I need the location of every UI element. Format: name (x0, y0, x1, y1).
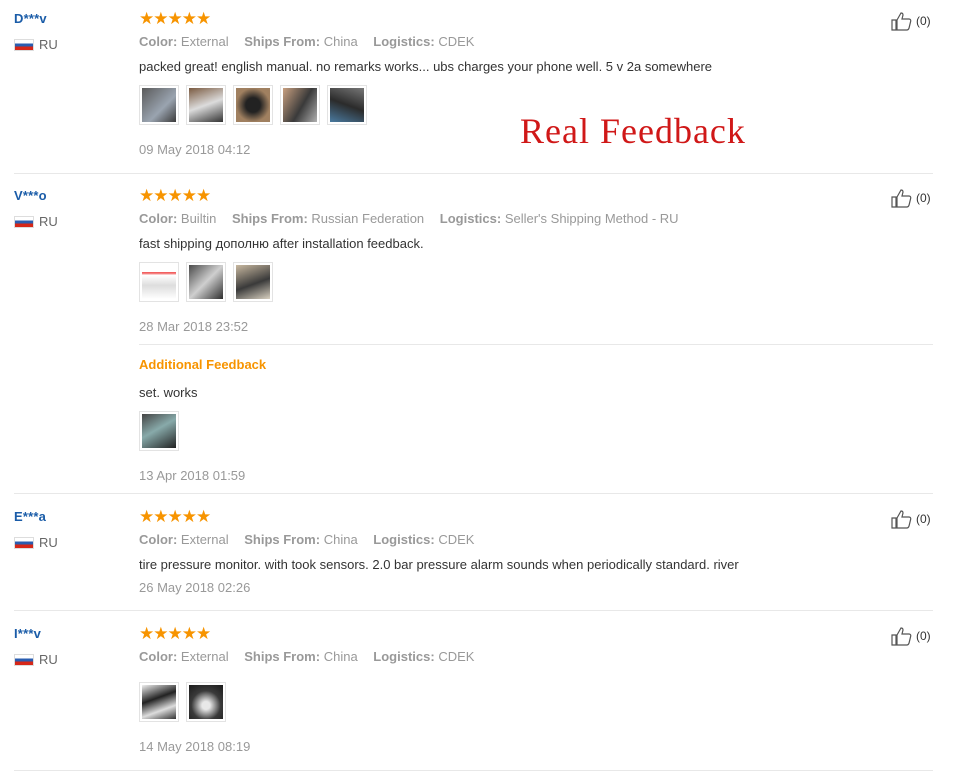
country-code: RU (39, 37, 58, 52)
color-value: External (180, 34, 229, 49)
thumbs-up-icon (891, 627, 912, 646)
thumbs-up-icon (891, 12, 912, 31)
reviewer-name[interactable]: V***o (14, 188, 47, 203)
review-date: 09 May 2018 04:12 (139, 142, 251, 157)
russia-flag-icon (14, 38, 34, 51)
russia-flag-icon (14, 653, 34, 666)
review-photo[interactable] (139, 682, 179, 722)
reviewer-country: RU (14, 37, 58, 52)
ships-label: Ships From: (244, 532, 321, 547)
color-label: Color: (139, 211, 178, 226)
photo-gallery (139, 85, 367, 125)
review-photo[interactable] (139, 85, 179, 125)
review-text: fast shipping дополню after installation… (139, 236, 424, 251)
review-date: 28 Mar 2018 23:52 (139, 319, 249, 334)
review-photo[interactable] (139, 262, 179, 302)
helpful-count: (0) (916, 512, 931, 526)
ships-value: China (323, 34, 358, 49)
reviewer-name[interactable]: E***a (14, 509, 46, 524)
logistics-value: CDEK (438, 532, 475, 547)
star-rating: ★★★★★ (139, 9, 211, 28)
review-photo[interactable] (327, 85, 367, 125)
review-photo[interactable] (233, 262, 273, 302)
review-photo[interactable] (186, 85, 226, 125)
logistics-label: Logistics: (373, 532, 435, 547)
reviewer-country: RU (14, 535, 58, 550)
helpful-count: (0) (916, 191, 931, 205)
helpful-count: (0) (916, 629, 931, 643)
logistics-value: CDEK (438, 649, 475, 664)
watermark-text: Real Feedback (520, 111, 746, 151)
country-code: RU (39, 214, 58, 229)
ships-value: Russian Federation (311, 211, 425, 226)
review-divider (14, 493, 933, 494)
color-value: Builtin (180, 211, 217, 226)
review-photo[interactable] (233, 85, 273, 125)
helpful-button[interactable]: (0) (891, 509, 931, 529)
russia-flag-icon (14, 215, 34, 228)
review-photo[interactable] (186, 262, 226, 302)
thumbs-up-icon (891, 189, 912, 208)
additional-photo-gallery (139, 411, 179, 451)
helpful-button[interactable]: (0) (891, 626, 931, 646)
country-code: RU (39, 652, 58, 667)
logistics-value: CDEK (438, 34, 475, 49)
review-date: 26 May 2018 02:26 (139, 580, 251, 595)
logistics-value: Seller's Shipping Method - RU (504, 211, 679, 226)
review-divider (14, 610, 933, 611)
reviewer-country: RU (14, 214, 58, 229)
color-label: Color: (139, 34, 178, 49)
review-photo[interactable] (139, 411, 179, 451)
logistics-label: Logistics: (373, 649, 435, 664)
star-rating: ★★★★★ (139, 624, 211, 643)
star-rating: ★★★★★ (139, 507, 211, 526)
ships-label: Ships From: (231, 211, 308, 226)
helpful-count: (0) (916, 14, 931, 28)
order-attributes: Color: External Ships From: China Logist… (139, 649, 474, 664)
color-label: Color: (139, 532, 178, 547)
country-code: RU (39, 535, 58, 550)
russia-flag-icon (14, 536, 34, 549)
order-attributes: Color: External Ships From: China Logist… (139, 34, 474, 49)
order-attributes: Color: Builtin Ships From: Russian Feder… (139, 211, 679, 226)
additional-feedback-text: set. works (139, 385, 198, 400)
order-attributes: Color: External Ships From: China Logist… (139, 532, 474, 547)
reviewer-country: RU (14, 652, 58, 667)
reviewer-name[interactable]: I***v (14, 626, 41, 641)
review-divider (14, 770, 933, 771)
review-text: tire pressure monitor. with took sensors… (139, 557, 739, 572)
additional-feedback-divider (139, 344, 933, 345)
ships-value: China (323, 649, 358, 664)
ships-label: Ships From: (244, 34, 321, 49)
ships-value: China (323, 532, 358, 547)
color-value: External (180, 649, 229, 664)
review-divider (14, 173, 933, 174)
photo-gallery (139, 262, 273, 302)
helpful-button[interactable]: (0) (891, 188, 931, 208)
logistics-label: Logistics: (439, 211, 502, 226)
ships-label: Ships From: (244, 649, 321, 664)
logistics-label: Logistics: (373, 34, 435, 49)
helpful-button[interactable]: (0) (891, 11, 931, 31)
thumbs-up-icon (891, 510, 912, 529)
review-text: packed great! english manual. no remarks… (139, 59, 713, 74)
additional-feedback-heading: Additional Feedback (139, 357, 267, 372)
star-rating: ★★★★★ (139, 186, 211, 205)
review-photo[interactable] (186, 682, 226, 722)
color-value: External (180, 532, 229, 547)
reviewer-name[interactable]: D***v (14, 11, 47, 26)
review-photo[interactable] (280, 85, 320, 125)
color-label: Color: (139, 649, 178, 664)
review-date: 14 May 2018 08:19 (139, 739, 251, 754)
additional-feedback-date: 13 Apr 2018 01:59 (139, 468, 246, 483)
photo-gallery (139, 682, 226, 722)
